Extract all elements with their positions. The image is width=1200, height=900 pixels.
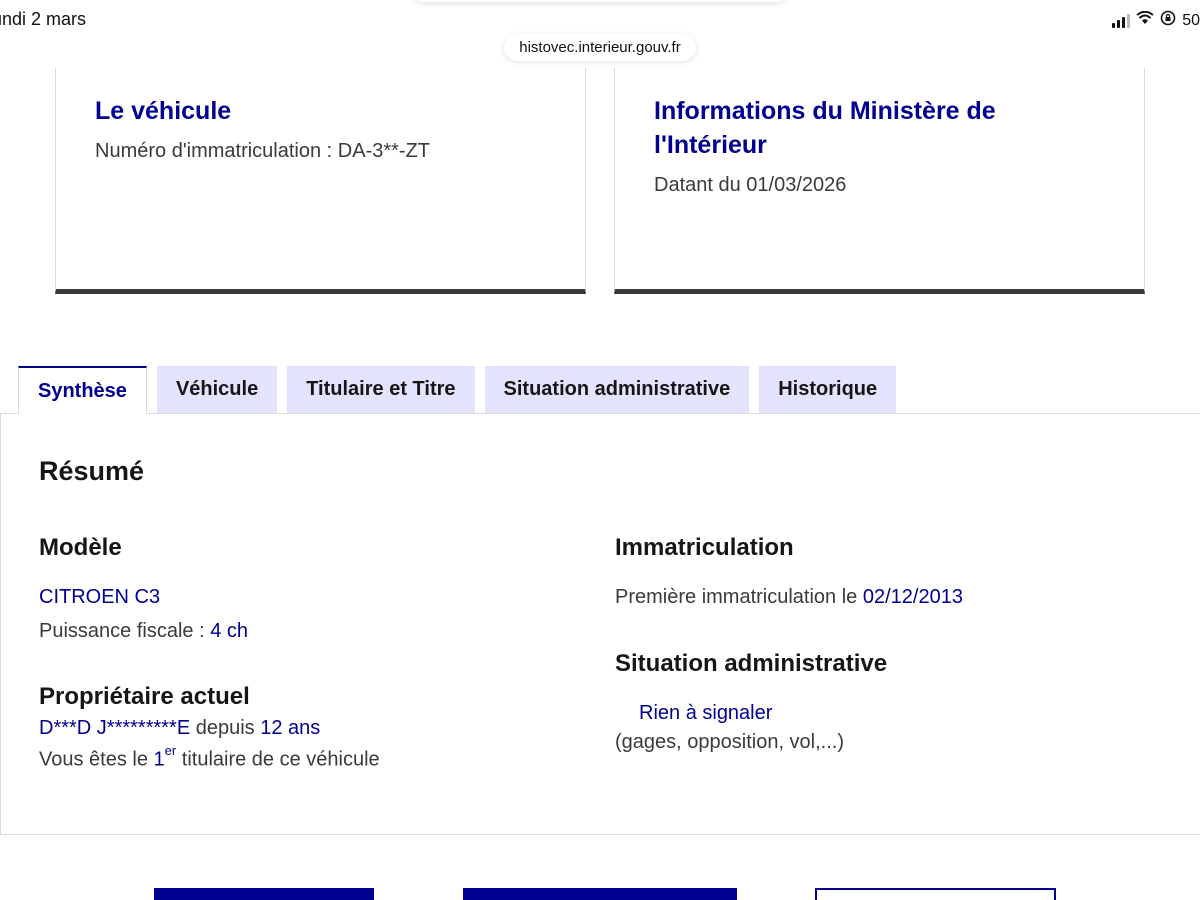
tab-historique[interactable]: Historique bbox=[759, 366, 897, 413]
first-registration-label: Première immatriculation le bbox=[615, 586, 863, 608]
tab-vehicule[interactable]: Véhicule bbox=[156, 366, 278, 413]
owner-line: D***D J*********E depuis 12 ans bbox=[39, 717, 320, 740]
vehicle-card: Le véhicule Numéro d'immatriculation : D… bbox=[55, 68, 586, 294]
tab-list: Synthèse Véhicule Titulaire et Titre Sit… bbox=[18, 366, 906, 414]
admin-status-detail: (gages, opposition, vol,...) bbox=[615, 731, 845, 753]
ministry-card-title: Informations du Ministère de l'Intérieur bbox=[654, 97, 996, 159]
status-date: lundi 2 mars bbox=[0, 9, 87, 29]
primary-action-button-2[interactable] bbox=[463, 888, 737, 900]
orientation-lock-icon bbox=[1160, 10, 1176, 31]
tab-synthese[interactable]: Synthèse bbox=[18, 366, 147, 414]
first-registration-date: 02/12/2013 bbox=[862, 586, 963, 608]
secondary-action-button[interactable] bbox=[815, 888, 1056, 900]
vehicle-card-title: Le véhicule bbox=[95, 97, 232, 125]
model-name: CITROEN C3 bbox=[39, 586, 161, 608]
ministry-card: Informations du Ministère de l'Intérieur… bbox=[614, 68, 1145, 294]
browser-toolbar-edge bbox=[415, 0, 785, 2]
tab-panel-synthese: Résumé Modèle CITROEN C3 Puissance fisca… bbox=[0, 413, 1200, 835]
fiscal-power: Puissance fiscale : 4 ch bbox=[39, 620, 248, 643]
fiscal-power-value: 4 ch bbox=[210, 620, 249, 642]
primary-action-button-1[interactable] bbox=[154, 888, 374, 900]
holder-rank: 1 bbox=[153, 748, 165, 771]
admin-status-value: Rien à signaler bbox=[639, 702, 773, 724]
holder-rank-line: Vous êtes le 1er titulaire de ce véhicul… bbox=[39, 743, 380, 772]
registration-heading: Immatriculation bbox=[615, 534, 794, 561]
model-heading: Modèle bbox=[39, 534, 122, 561]
data-date: Datant du 01/03/2026 bbox=[654, 174, 847, 196]
registration-number: Numéro d'immatriculation : DA-3**-ZT bbox=[95, 140, 431, 162]
url-text: histovec.interieur.gouv.fr bbox=[519, 39, 681, 56]
admin-status-heading: Situation administrative bbox=[615, 650, 888, 677]
status-icons: 50 bbox=[1112, 10, 1200, 31]
tab-titulaire-et-titre[interactable]: Titulaire et Titre bbox=[287, 366, 475, 413]
summary-title: Résumé bbox=[39, 456, 145, 486]
owner-name: D***D J*********E bbox=[39, 717, 191, 739]
cellular-signal-icon bbox=[1112, 13, 1131, 28]
owner-since-value: 12 ans bbox=[260, 717, 321, 739]
battery-percentage: 50 bbox=[1182, 11, 1200, 29]
holder-suffix: titulaire de ce véhicule bbox=[176, 748, 380, 771]
url-bar[interactable]: histovec.interieur.gouv.fr bbox=[504, 34, 696, 61]
tab-situation-administrative[interactable]: Situation administrative bbox=[484, 366, 750, 413]
owner-heading: Propriétaire actuel bbox=[39, 683, 250, 710]
first-registration: Première immatriculation le 02/12/2013 bbox=[615, 586, 963, 609]
owner-since-label: depuis bbox=[190, 717, 261, 739]
fiscal-power-label: Puissance fiscale : bbox=[39, 620, 211, 642]
holder-prefix: Vous êtes le bbox=[39, 748, 154, 771]
wifi-icon bbox=[1136, 10, 1154, 30]
holder-rank-suffix: er bbox=[164, 743, 177, 758]
